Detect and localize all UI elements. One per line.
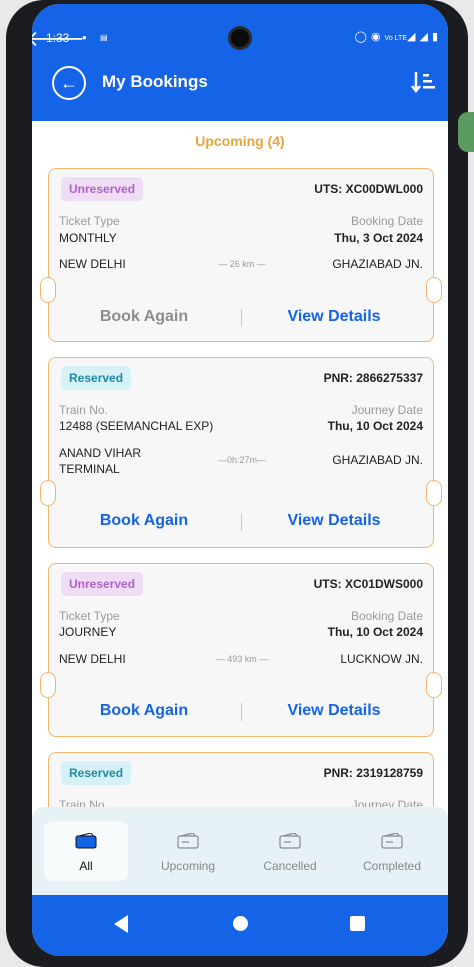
view-details-button[interactable]: View Details	[239, 308, 429, 326]
signal-icon: ◢	[407, 31, 420, 43]
view-details-button[interactable]: View Details	[239, 512, 429, 530]
booking-code: PNR: 2319128759	[324, 766, 423, 780]
status-icons: ◯◉Vo LTE◢◢▮	[355, 30, 442, 43]
booking-code: UTS: XC01DWS000	[314, 577, 423, 591]
ticket-notch	[40, 480, 56, 506]
booking-card[interactable]: Unreserved UTS: XC01DWS000 Ticket Type B…	[40, 563, 442, 737]
tab-label: Cancelled	[263, 859, 317, 873]
left-value: JOURNEY	[59, 625, 117, 639]
right-label: Booking Date	[350, 214, 423, 228]
book-again-button[interactable]: Book Again	[49, 308, 239, 326]
booking-card[interactable]: Reserved PNR: 2319128759 Train No. Journ…	[48, 752, 434, 807]
bookings-list[interactable]: Upcoming (4) Unreserved UTS: XC00DWL000 …	[32, 121, 448, 807]
ticket-notch	[426, 480, 442, 506]
nav-recents-icon[interactable]	[350, 916, 365, 931]
left-value: 12488 (SEEMANCHAL EXP)	[59, 419, 214, 433]
ticket-notch	[426, 672, 442, 698]
left-label: Train No.	[59, 403, 108, 417]
bottom-tab-bar: All Upcoming Cancelled Completed	[32, 807, 448, 895]
distance: — 26 km —	[218, 259, 266, 269]
code-label: UTS:	[313, 577, 342, 591]
booking-type-badge: Reserved	[61, 761, 132, 785]
tab-upcoming[interactable]: Upcoming	[146, 821, 230, 881]
right-value: Thu, 3 Oct 2024	[334, 231, 423, 245]
book-again-button[interactable]: Book Again	[49, 512, 239, 530]
status-bar: 🡐 1:33 ● ▤ ◯◉Vo LTE◢◢▮	[32, 24, 448, 51]
page-title: My Bookings	[102, 72, 208, 91]
from-station: NEW DELHI	[59, 257, 126, 271]
alarm-icon: ◯	[354, 31, 371, 43]
tab-cancelled[interactable]: Cancelled	[248, 821, 332, 881]
from-station: ANAND VIHAR TERMINAL	[59, 446, 142, 476]
nav-home-icon[interactable]	[233, 916, 248, 931]
system-nav-bar	[32, 895, 448, 956]
tab-label: Upcoming	[160, 859, 216, 873]
booking-type-badge: Unreserved	[61, 572, 144, 596]
app-screen: 🡐 1:33 ● ▤ ◯◉Vo LTE◢◢▮ ← My Bookings Upc…	[32, 4, 448, 956]
notification-icon: ▤	[100, 33, 108, 42]
booking-card[interactable]: Unreserved UTS: XC00DWL000 Ticket Type B…	[40, 168, 442, 342]
view-details-button[interactable]: View Details	[239, 702, 429, 720]
to-station: GHAZIABAD JN.	[332, 257, 423, 271]
booking-code: PNR: 2866275337	[324, 371, 423, 385]
tab-label: Completed	[362, 859, 422, 873]
ticket-icon	[279, 833, 301, 849]
tab-all[interactable]: All	[44, 821, 128, 881]
tab-label: All	[79, 859, 93, 873]
network-type: Vo LTE	[384, 35, 407, 42]
booking-code: UTS: XC00DWL000	[314, 182, 423, 196]
nav-back-icon[interactable]	[114, 915, 128, 933]
code-value: 2319128759	[356, 766, 423, 780]
code-label: UTS:	[314, 182, 343, 196]
from-station: NEW DELHI	[59, 652, 126, 666]
floating-side-handle[interactable]	[458, 112, 474, 152]
code-value: 2866275337	[356, 371, 423, 385]
right-label: Journey Date	[351, 798, 423, 807]
ticket-icon	[177, 833, 199, 849]
ticket-notch	[40, 672, 56, 698]
app-header: 🡐 1:33 ● ▤ ◯◉Vo LTE◢◢▮ ← My Bookings	[32, 4, 448, 121]
ticket-icon	[75, 833, 97, 849]
sort-icon[interactable]	[410, 68, 438, 96]
left-label: Ticket Type	[59, 214, 120, 228]
distance-value: 0h:27m	[226, 455, 258, 465]
ticket-notch	[426, 277, 442, 303]
right-label: Journey Date	[351, 403, 423, 417]
distance-value: 493 km	[227, 654, 257, 664]
booking-type-badge: Unreserved	[61, 177, 144, 201]
battery-icon: ▮	[431, 31, 442, 43]
code-value: XC01DWS000	[344, 577, 423, 591]
right-value: Thu, 10 Oct 2024	[327, 625, 423, 639]
code-value: XC00DWL000	[345, 182, 423, 196]
left-label: Ticket Type	[59, 609, 120, 623]
distance: — 493 km —	[215, 654, 269, 664]
back-button[interactable]: ←	[52, 66, 86, 100]
ticket-notch	[40, 277, 56, 303]
phone-frame: 🡐 1:33 ● ▤ ◯◉Vo LTE◢◢▮ ← My Bookings Upc…	[6, 0, 468, 967]
tab-completed[interactable]: Completed	[350, 821, 434, 881]
right-value: Thu, 10 Oct 2024	[327, 419, 423, 433]
location-icon: ◉	[370, 31, 385, 43]
distance-value: 26 km	[229, 259, 255, 269]
booking-card[interactable]: Reserved PNR: 2866275337 Train No. Journ…	[40, 357, 442, 548]
code-label: PNR:	[323, 371, 353, 385]
code-label: PNR:	[323, 766, 353, 780]
book-again-button[interactable]: Book Again	[49, 702, 239, 720]
section-title: Upcoming (4)	[195, 133, 285, 149]
ticket-icon	[381, 833, 403, 849]
to-station: GHAZIABAD JN.	[332, 453, 423, 467]
left-label: Train No.	[59, 798, 108, 807]
right-label: Booking Date	[350, 609, 423, 623]
booking-type-badge: Reserved	[61, 366, 132, 390]
status-time: 1:33	[46, 31, 70, 45]
trai-icon: ●	[82, 33, 87, 42]
left-value: MONTHLY	[59, 231, 117, 245]
distance: —0h:27m—	[217, 455, 267, 465]
to-station: LUCKNOW JN.	[340, 652, 423, 666]
signal-icon-2: ◢	[419, 31, 432, 43]
